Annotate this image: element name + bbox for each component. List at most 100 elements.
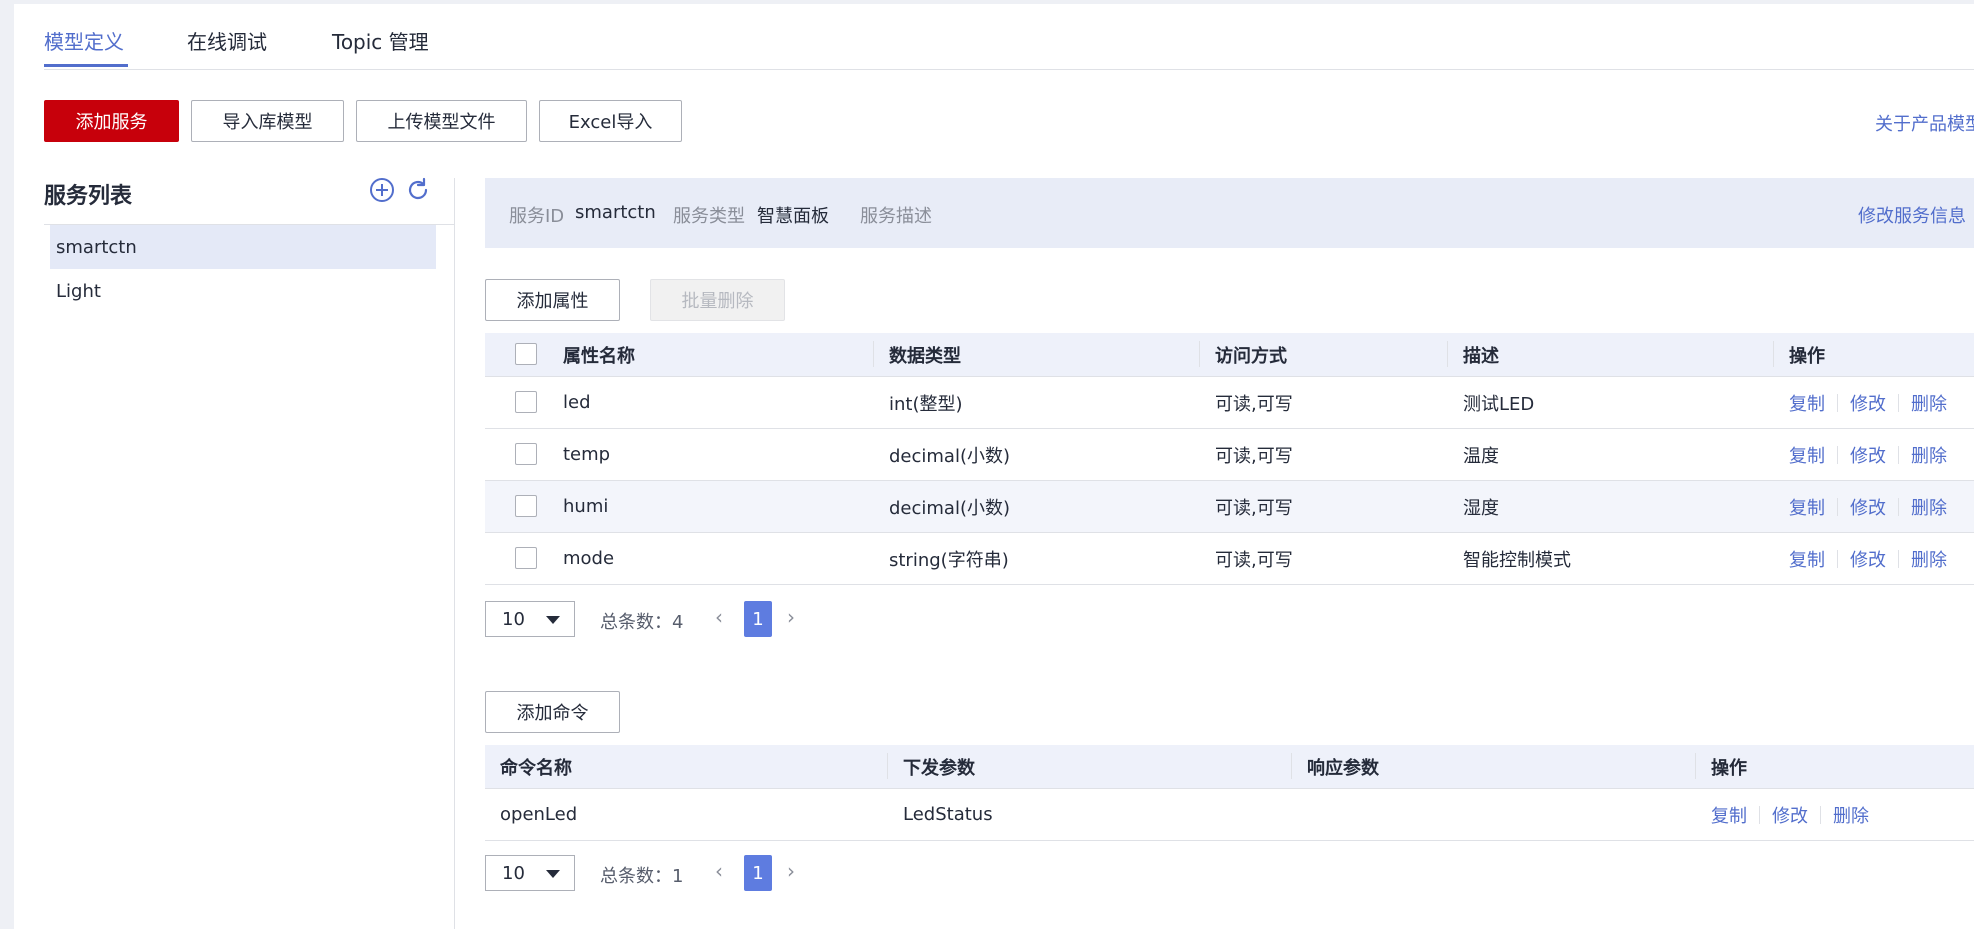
delete-link[interactable]: 删除 [1911,494,1947,520]
row-operations: 复制 修改 删除 [1789,533,1947,584]
op-separator [1898,393,1899,412]
property-type: string(字符串) [889,549,1009,571]
copy-link[interactable]: 复制 [1789,494,1825,520]
edit-link[interactable]: 修改 [1850,494,1886,520]
row-checkbox[interactable] [515,547,537,569]
property-desc: 温度 [1463,445,1499,467]
property-table-header: 属性名称 数据类型 访问方式 描述 操作 [485,333,1974,377]
delete-link[interactable]: 删除 [1911,390,1947,416]
row-operations: 复制 修改 删除 [1789,429,1947,480]
service-type-label: 服务类型 [673,206,745,227]
select-all-checkbox[interactable] [515,343,537,365]
header-data-type: 数据类型 [889,345,961,367]
header-response-params: 响应参数 [1307,757,1379,779]
property-access: 可读,可写 [1215,393,1293,415]
active-tab-indicator [44,64,128,67]
header-operations: 操作 [1789,345,1825,367]
add-command-button[interactable]: 添加命令 [485,691,620,733]
command-name: openLed [500,804,578,825]
caret-down-icon [546,616,560,624]
copy-link[interactable]: 复制 [1789,442,1825,468]
next-page-icon[interactable]: › [787,605,795,629]
copy-link[interactable]: 复制 [1789,546,1825,572]
tab-model-definition[interactable]: 模型定义 [44,26,124,55]
service-item-light[interactable]: Light [50,269,436,313]
tab-online-debug[interactable]: 在线调试 [187,26,267,55]
row-checkbox[interactable] [515,495,537,517]
add-property-button[interactable]: 添加属性 [485,279,620,321]
copy-link[interactable]: 复制 [1711,802,1747,828]
page-size-value: 10 [502,608,525,630]
command-params: LedStatus [903,804,993,825]
delete-link[interactable]: 删除 [1911,442,1947,468]
header-request-params: 下发参数 [903,757,975,779]
page-number[interactable]: 1 [744,601,772,637]
delete-link[interactable]: 删除 [1911,546,1947,572]
service-item-smartctn[interactable]: smartctn [50,225,436,269]
delete-link[interactable]: 删除 [1833,802,1869,828]
table-row: mode string(字符串) 可读,可写 智能控制模式 复制 修改 删除 [485,533,1974,585]
page-number[interactable]: 1 [744,855,772,891]
edit-link[interactable]: 修改 [1850,546,1886,572]
service-info-bar: 服务ID smartctn 服务类型 智慧面板 服务描述 修改服务信息 [485,178,1974,248]
op-separator [1820,805,1821,824]
property-name: led [563,392,591,413]
command-table-header: 命令名称 下发参数 响应参数 操作 [485,745,1974,789]
op-separator [1759,805,1760,824]
op-separator [1837,497,1838,516]
about-product-model-link[interactable]: 关于产品模型 [1875,110,1974,136]
row-checkbox[interactable] [515,391,537,413]
property-type: decimal(小数) [889,497,1011,519]
property-name: mode [563,548,615,569]
page-size-select[interactable]: 10 [485,855,575,891]
total-count: 总条数：4 [600,612,684,633]
page-size-value: 10 [502,862,525,884]
property-name: humi [563,496,609,517]
property-type: int(整型) [889,393,963,415]
row-operations: 复制 修改 删除 [1789,377,1947,428]
edit-link[interactable]: 修改 [1850,442,1886,468]
row-checkbox[interactable] [515,443,537,465]
op-separator [1898,497,1899,516]
column-separator [873,341,874,367]
op-separator [1837,549,1838,568]
edit-link[interactable]: 修改 [1772,802,1808,828]
panel-separator [454,178,455,929]
header-access-mode: 访问方式 [1215,345,1287,367]
table-row: temp decimal(小数) 可读,可写 温度 复制 修改 删除 [485,429,1974,481]
total-count: 总条数：1 [600,866,684,887]
op-separator [1898,445,1899,464]
column-separator [887,753,888,779]
service-id-value: smartctn [575,202,656,223]
row-operations: 复制 修改 删除 [1789,481,1947,532]
prev-page-icon[interactable]: ‹ [715,605,723,629]
property-type: decimal(小数) [889,445,1011,467]
column-separator [1291,753,1292,779]
table-row: openLed LedStatus 复制 修改 删除 [485,789,1974,841]
refresh-icon[interactable] [404,176,432,204]
tab-topic-management[interactable]: Topic 管理 [332,26,429,55]
property-desc: 测试LED [1463,393,1535,415]
import-library-model-button[interactable]: 导入库模型 [191,100,344,142]
excel-import-button[interactable]: Excel导入 [539,100,682,142]
header-command-name: 命令名称 [500,757,572,779]
column-separator [1773,341,1774,367]
page-size-select[interactable]: 10 [485,601,575,637]
op-separator [1898,549,1899,568]
upload-model-file-button[interactable]: 上传模型文件 [356,100,527,142]
table-row: humi decimal(小数) 可读,可写 湿度 复制 修改 删除 [485,481,1974,533]
batch-delete-button: 批量删除 [650,279,785,321]
property-name: temp [563,444,611,465]
add-service-button[interactable]: 添加服务 [44,100,179,142]
edit-link[interactable]: 修改 [1850,390,1886,416]
next-page-icon[interactable]: › [787,859,795,883]
op-separator [1837,393,1838,412]
op-separator [1837,445,1838,464]
header-operations: 操作 [1711,757,1747,779]
prev-page-icon[interactable]: ‹ [715,859,723,883]
edit-service-info-link[interactable]: 修改服务信息 [1858,202,1966,228]
plus-circle-icon[interactable] [368,176,396,204]
header-description: 描述 [1463,345,1499,367]
copy-link[interactable]: 复制 [1789,390,1825,416]
service-id-label: 服务ID [509,206,565,227]
